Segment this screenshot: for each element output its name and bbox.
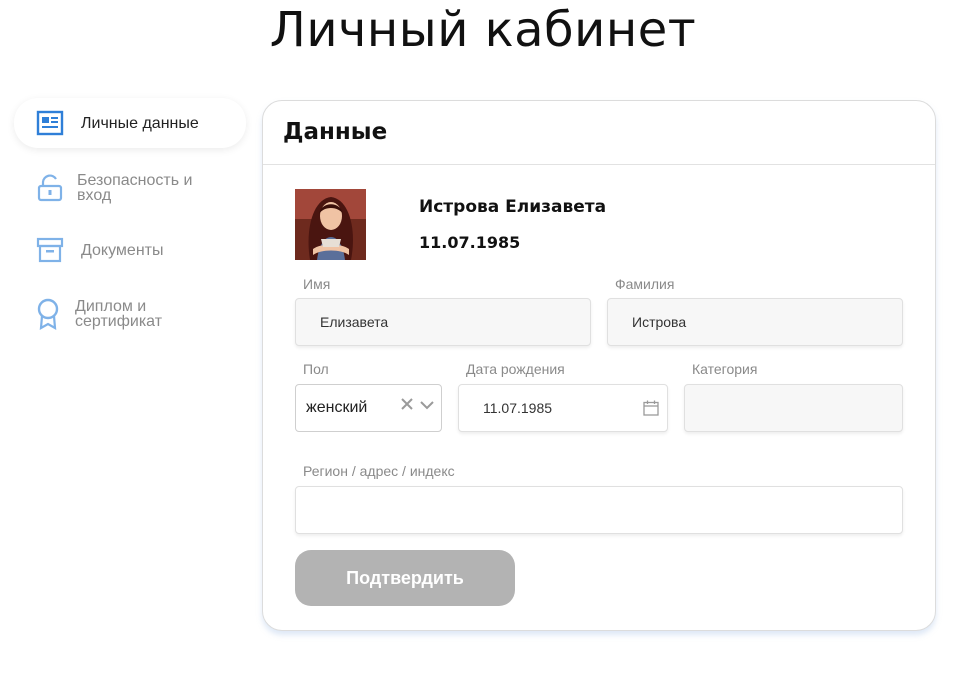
profile-full-name: Истрова Елизавета xyxy=(419,197,607,217)
gender-select[interactable]: женский xyxy=(295,384,442,432)
calendar-icon[interactable] xyxy=(643,400,659,416)
sidebar-item-label: Безопасность и вход xyxy=(77,172,193,204)
sidebar: Личные данные Безопасность и вход Докуме… xyxy=(14,98,246,330)
birth-date-field[interactable]: 11.07.1985 xyxy=(458,384,668,432)
card-title: Данные xyxy=(263,101,935,165)
sidebar-item-documents[interactable]: Документы xyxy=(14,234,246,266)
personal-data-card: Данные Истрова Елизавета 11.07.1985 Имя … xyxy=(262,100,936,631)
first-name-label: Имя xyxy=(303,276,331,292)
clear-icon[interactable] xyxy=(401,398,413,410)
sidebar-item-label: Диплом и сертификат xyxy=(75,298,163,330)
chevron-down-icon[interactable] xyxy=(420,399,434,411)
sidebar-item-label: Личные данные xyxy=(81,114,199,132)
birth-date-value: 11.07.1985 xyxy=(483,400,553,416)
region-address-field[interactable] xyxy=(295,486,903,534)
sidebar-item-security[interactable]: Безопасность и вход xyxy=(14,168,246,208)
award-ribbon-icon xyxy=(37,298,59,330)
birth-date-label: Дата рождения xyxy=(466,361,565,377)
first-name-field[interactable]: Елизавета xyxy=(295,298,591,346)
confirm-button[interactable]: Подтвердить xyxy=(295,550,515,606)
unlock-icon xyxy=(37,174,63,202)
sidebar-item-personal-data[interactable]: Личные данные xyxy=(14,98,246,148)
category-label: Категория xyxy=(692,361,758,377)
last-name-label: Фамилия xyxy=(615,276,675,292)
category-field[interactable] xyxy=(684,384,903,432)
gender-value: женский xyxy=(306,399,368,416)
page-title: Личный кабинет xyxy=(269,2,697,58)
gender-label: Пол xyxy=(303,361,329,377)
last-name-field[interactable]: Истрова xyxy=(607,298,903,346)
archive-box-icon xyxy=(36,237,64,263)
sidebar-item-label: Документы xyxy=(81,241,164,259)
avatar xyxy=(295,189,366,260)
profile-birth-date: 11.07.1985 xyxy=(419,233,521,252)
profile-card-icon xyxy=(36,110,64,136)
sidebar-item-diploma[interactable]: Диплом и сертификат xyxy=(14,294,246,334)
region-label: Регион / адрес / индекс xyxy=(303,463,455,479)
